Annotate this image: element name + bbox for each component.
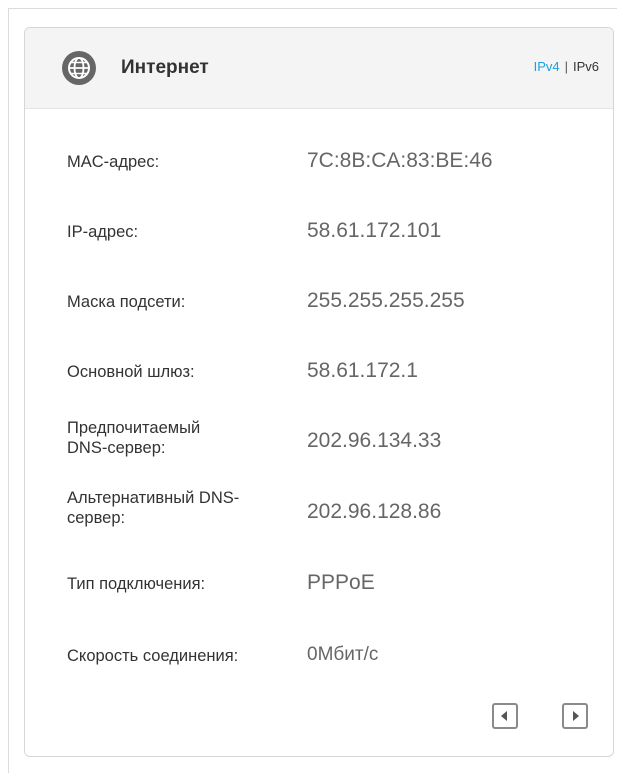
page-frame-top bbox=[8, 8, 617, 9]
globe-icon bbox=[62, 51, 96, 85]
preferred-dns-label: Предпочитаемый DNS-сервер: bbox=[67, 418, 307, 458]
alternate-dns-label: Альтернативный DNS- сервер: bbox=[67, 488, 307, 528]
subnet-mask-value: 255.255.255.255 bbox=[307, 289, 465, 312]
ip-address-value: 58.61.172.101 bbox=[307, 219, 442, 242]
alternate-dns-value: 202.96.128.86 bbox=[307, 500, 442, 523]
tab-separator: | bbox=[564, 59, 568, 74]
default-gateway-label: Основной шлюз: bbox=[67, 363, 195, 381]
card-title: Интернет bbox=[121, 57, 209, 78]
ip-version-switch: IPv4 | IPv6 bbox=[534, 58, 599, 76]
tab-ipv4[interactable]: IPv4 bbox=[534, 59, 560, 74]
ip-address-label: IP-адрес: bbox=[67, 223, 139, 241]
alternate-dns-label-line1: Альтернативный DNS- bbox=[67, 489, 240, 507]
mac-address-value: 7C:8B:CA:83:BE:46 bbox=[307, 149, 493, 172]
prev-page-button[interactable] bbox=[492, 703, 518, 729]
next-page-button[interactable] bbox=[562, 703, 588, 729]
chevron-left-icon bbox=[501, 711, 507, 721]
mac-address-label: MAC-адрес: bbox=[67, 153, 160, 171]
connection-speed-value: 0Мбит/с bbox=[307, 644, 379, 665]
connection-speed-label: Скорость соединения: bbox=[67, 647, 239, 665]
card-header: Интернет IPv4 | IPv6 bbox=[25, 28, 613, 109]
tab-ipv6[interactable]: IPv6 bbox=[573, 59, 599, 74]
connection-type-label: Тип подключения: bbox=[67, 575, 206, 593]
default-gateway-value: 58.61.172.1 bbox=[307, 359, 418, 382]
internet-status-card: Интернет IPv4 | IPv6 MAC-адрес: 7C:8B:CA:8… bbox=[24, 27, 614, 757]
alternate-dns-label-line2: сервер: bbox=[67, 509, 126, 527]
preferred-dns-label-line1: Предпочитаемый bbox=[67, 419, 201, 437]
preferred-dns-label-line2: DNS-сервер: bbox=[67, 439, 166, 457]
subnet-mask-label: Маска подсети: bbox=[67, 293, 186, 311]
preferred-dns-value: 202.96.134.33 bbox=[307, 429, 442, 452]
chevron-right-icon bbox=[573, 711, 579, 721]
connection-type-value: PPPoE bbox=[307, 571, 375, 594]
page-frame-left bbox=[8, 8, 9, 773]
